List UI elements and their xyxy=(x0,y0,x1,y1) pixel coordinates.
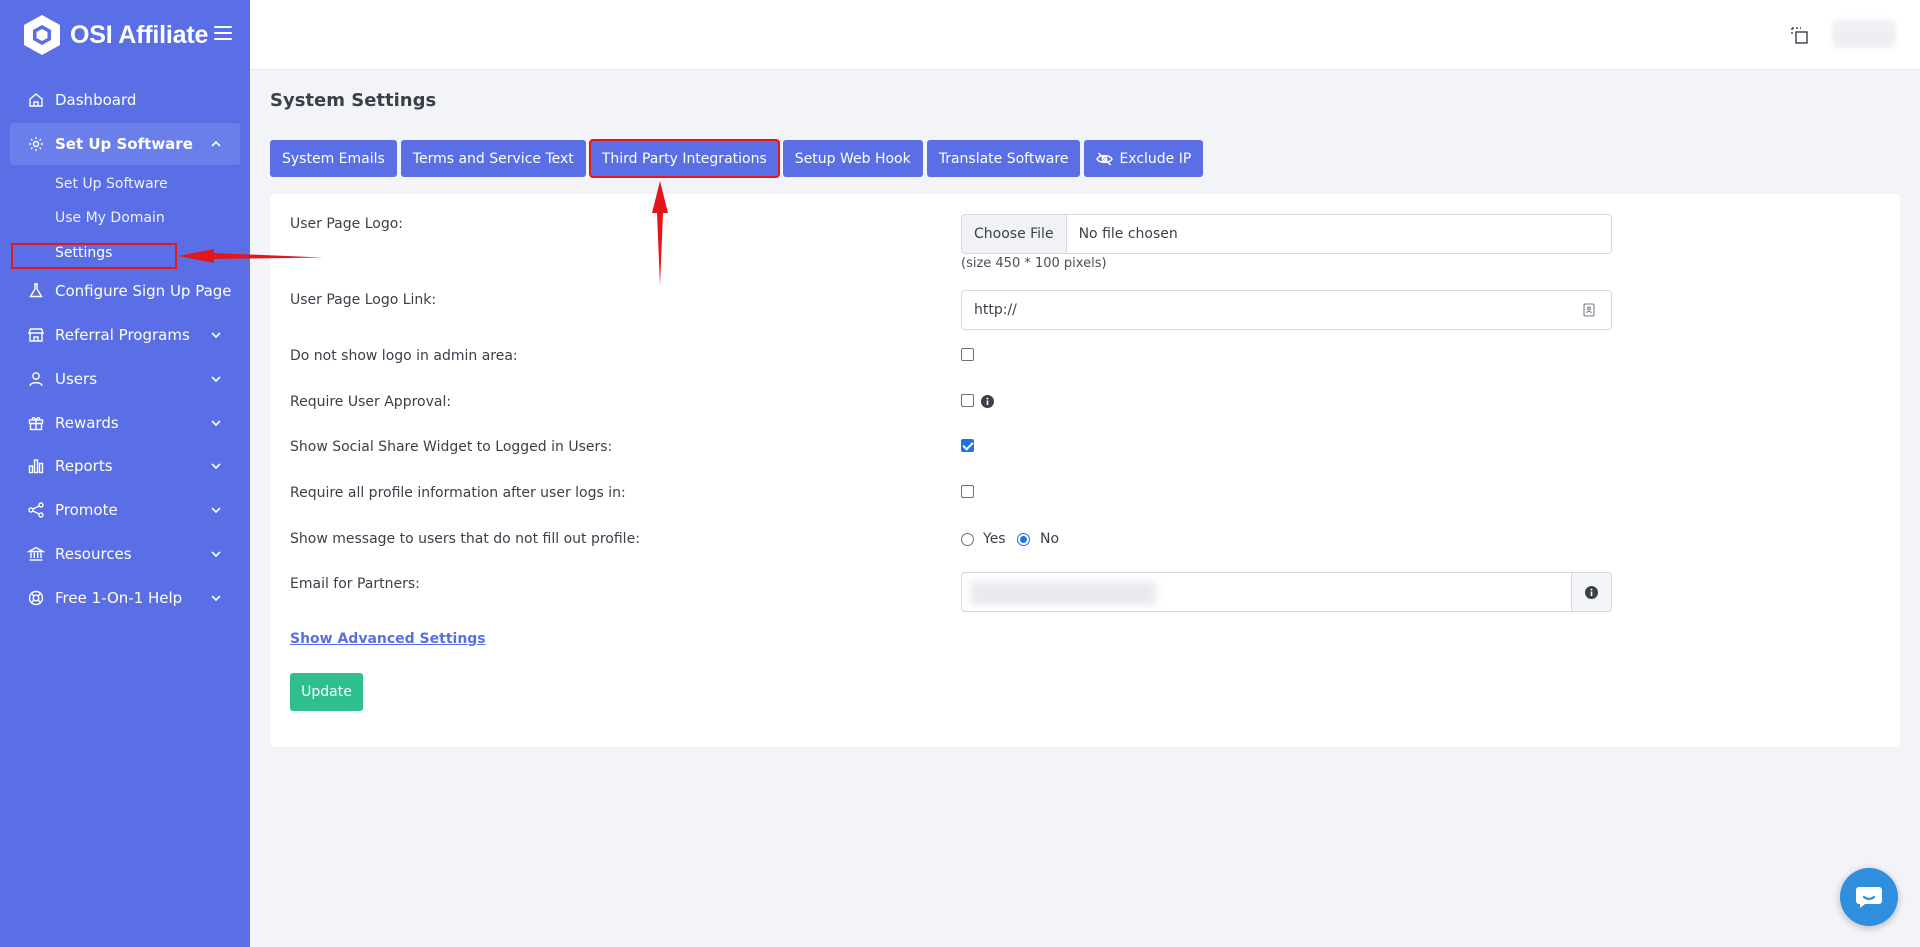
menu-toggle-icon[interactable] xyxy=(214,26,232,40)
sidebar-item-label: Referral Programs xyxy=(55,326,190,344)
brand[interactable]: OSI Affiliate xyxy=(22,14,208,56)
tab-translate-software[interactable]: Translate Software xyxy=(926,140,1081,177)
require-profile-checkbox[interactable] xyxy=(961,485,974,498)
sidebar-item-promote[interactable]: Promote xyxy=(10,489,240,531)
bank-icon xyxy=(27,546,45,561)
share-icon xyxy=(28,502,44,518)
sidebar-item-reports[interactable]: Reports xyxy=(10,445,240,487)
sidebar-item-label: Rewards xyxy=(55,414,119,432)
home-icon xyxy=(29,93,43,107)
show-advanced-settings-link[interactable]: Show Advanced Settings xyxy=(290,631,486,647)
user-icon xyxy=(29,372,43,387)
settings-tabs: System Emails Terms and Service Text Thi… xyxy=(270,139,1204,178)
hide-logo-admin-checkbox[interactable] xyxy=(961,348,974,361)
tab-system-emails[interactable]: System Emails xyxy=(270,140,397,177)
fullscreen-icon[interactable] xyxy=(1790,26,1810,46)
social-share-widget-checkbox[interactable] xyxy=(961,439,974,452)
choose-file-button[interactable]: Choose File xyxy=(962,215,1067,253)
user-page-logo-link-label: User Page Logo Link: xyxy=(290,292,437,308)
sidebar-subitem-use-my-domain[interactable]: Use My Domain xyxy=(55,210,165,226)
info-icon[interactable] xyxy=(981,395,994,408)
sidebar-item-referral-programs[interactable]: Referral Programs xyxy=(10,314,240,356)
chat-widget-button[interactable] xyxy=(1840,868,1898,926)
sidebar-item-free-help[interactable]: Free 1-On-1 Help xyxy=(10,577,240,619)
brand-name: OSI Affiliate xyxy=(70,20,209,49)
info-icon xyxy=(1585,585,1598,599)
user-page-logo-link-input[interactable] xyxy=(961,290,1612,330)
sidebar-item-label: Dashboard xyxy=(55,91,137,109)
tab-third-party-integrations[interactable]: Third Party Integrations xyxy=(588,139,780,178)
sidebar-item-set-up-software[interactable]: Set Up Software xyxy=(10,123,240,165)
show-message-yes-label[interactable]: Yes xyxy=(983,531,1006,547)
sidebar-item-label: Configure Sign Up Page xyxy=(55,282,232,300)
top-bar xyxy=(250,0,1920,70)
sidebar-item-label: Free 1-On-1 Help xyxy=(55,589,183,607)
email-for-partners-field[interactable] xyxy=(961,572,1612,612)
store-icon xyxy=(27,328,45,342)
user-page-logo-label: User Page Logo: xyxy=(290,216,403,232)
show-message-no-label[interactable]: No xyxy=(1040,531,1059,547)
brand-logo-icon xyxy=(24,15,60,55)
chevron-down-icon xyxy=(211,332,221,339)
logo-size-hint: (size 450 * 100 pixels) xyxy=(961,256,1107,271)
sidebar-subitem-set-up-software[interactable]: Set Up Software xyxy=(55,176,168,192)
annotation-box-settings xyxy=(11,243,177,269)
user-menu-avatar[interactable] xyxy=(1832,20,1896,48)
sidebar-item-label: Promote xyxy=(55,501,118,519)
email-for-partners-label: Email for Partners: xyxy=(290,576,420,592)
chevron-up-icon xyxy=(211,140,221,147)
hide-logo-admin-label: Do not show logo in admin area: xyxy=(290,348,518,364)
gift-icon xyxy=(28,417,44,431)
show-message-no-radio[interactable] xyxy=(1017,533,1030,546)
redacted-email xyxy=(970,581,1156,605)
sidebar-item-label: Users xyxy=(55,370,98,388)
require-approval-checkbox[interactable] xyxy=(961,394,974,407)
page-title: System Settings xyxy=(270,90,437,111)
chevron-down-icon xyxy=(211,420,221,427)
sidebar-item-rewards[interactable]: Rewards xyxy=(10,402,240,444)
sidebar-item-dashboard[interactable]: Dashboard xyxy=(10,79,240,121)
file-status-text: No file chosen xyxy=(1078,226,1178,242)
user-page-logo-file-input[interactable]: Choose File No file chosen xyxy=(961,214,1612,254)
chevron-down-icon xyxy=(211,376,221,383)
sidebar-item-label: Resources xyxy=(55,545,132,563)
sidebar: OSI Affiliate Dashboard Set Up Software … xyxy=(0,0,250,947)
sidebar-item-label: Reports xyxy=(55,457,113,475)
chevron-down-icon xyxy=(211,551,221,558)
sidebar-item-resources[interactable]: Resources xyxy=(10,533,240,575)
eye-slash-icon xyxy=(1096,151,1114,166)
chevron-down-icon xyxy=(211,595,221,602)
settings-card xyxy=(270,194,1900,747)
require-profile-label: Require all profile information after us… xyxy=(290,485,626,501)
chevron-down-icon xyxy=(211,507,221,514)
email-for-partners-input[interactable] xyxy=(962,573,1571,611)
chat-icon xyxy=(1856,887,1882,908)
autofill-contact-icon xyxy=(1583,303,1595,317)
sidebar-item-configure-sign-up-page[interactable]: Configure Sign Up Page xyxy=(10,270,240,312)
sidebar-item-users[interactable]: Users xyxy=(10,358,240,400)
flask-icon xyxy=(29,283,43,298)
show-message-label: Show message to users that do not fill o… xyxy=(290,531,640,547)
tab-setup-web-hook[interactable]: Setup Web Hook xyxy=(782,140,923,177)
update-button[interactable]: Update xyxy=(290,673,363,711)
tab-exclude-ip-label: Exclude IP xyxy=(1119,150,1192,167)
require-approval-label: Require User Approval: xyxy=(290,394,452,410)
tab-terms-and-service-text[interactable]: Terms and Service Text xyxy=(400,140,586,177)
sidebar-item-label: Set Up Software xyxy=(55,135,193,153)
bar-chart-icon xyxy=(28,459,44,474)
email-info-addon[interactable] xyxy=(1571,573,1611,611)
lifebuoy-icon xyxy=(28,590,44,606)
chevron-down-icon xyxy=(211,463,221,470)
gear-icon xyxy=(29,137,43,151)
social-share-widget-label: Show Social Share Widget to Logged in Us… xyxy=(290,439,613,455)
show-message-yes-radio[interactable] xyxy=(961,533,974,546)
tab-exclude-ip[interactable]: Exclude IP xyxy=(1084,140,1204,177)
